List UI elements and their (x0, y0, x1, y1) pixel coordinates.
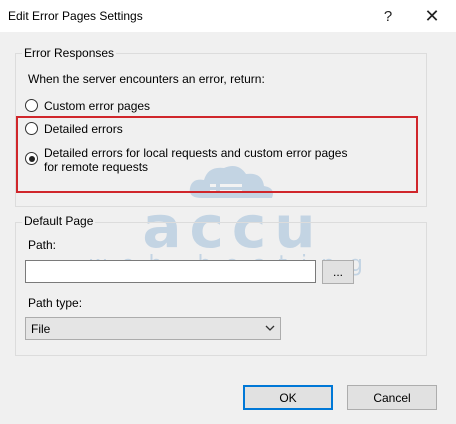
cancel-button-label: Cancel (373, 390, 411, 405)
radio-custom-error-pages[interactable] (25, 99, 38, 112)
path-type-select[interactable]: File (25, 317, 281, 340)
help-button[interactable]: ? (368, 0, 408, 32)
close-icon: ✕ (424, 5, 440, 26)
radio-detailed-errors-label[interactable]: Detailed errors (44, 122, 123, 136)
browse-button-label: ... (332, 265, 343, 279)
radio-detailed-errors[interactable] (25, 122, 38, 135)
help-icon: ? (383, 7, 393, 25)
path-type-label: Path type: (28, 296, 83, 310)
radio-detailed-local-label-line1[interactable]: Detailed errors for local requests and c… (44, 146, 347, 160)
error-responses-prompt: When the server encounters an error, ret… (28, 72, 265, 86)
chevron-down-icon (265, 325, 275, 331)
radio-detailed-local-custom-remote[interactable] (25, 152, 38, 165)
ok-button-label: OK (279, 390, 297, 405)
default-page-label: Default Page (22, 214, 96, 228)
cancel-button[interactable]: Cancel (347, 385, 437, 410)
path-type-value: File (31, 321, 51, 336)
ok-button[interactable]: OK (243, 385, 333, 410)
path-label: Path: (28, 238, 57, 252)
close-button[interactable]: ✕ (412, 0, 452, 32)
title-bar: Edit Error Pages Settings ? ✕ (0, 0, 456, 32)
window-title: Edit Error Pages Settings (8, 9, 143, 23)
error-responses-label: Error Responses (22, 46, 117, 60)
radio-custom-error-pages-label[interactable]: Custom error pages (44, 99, 150, 113)
browse-button[interactable]: ... (322, 260, 354, 284)
path-input[interactable] (25, 260, 316, 283)
radio-detailed-local-label-line2[interactable]: for remote requests (44, 160, 148, 174)
